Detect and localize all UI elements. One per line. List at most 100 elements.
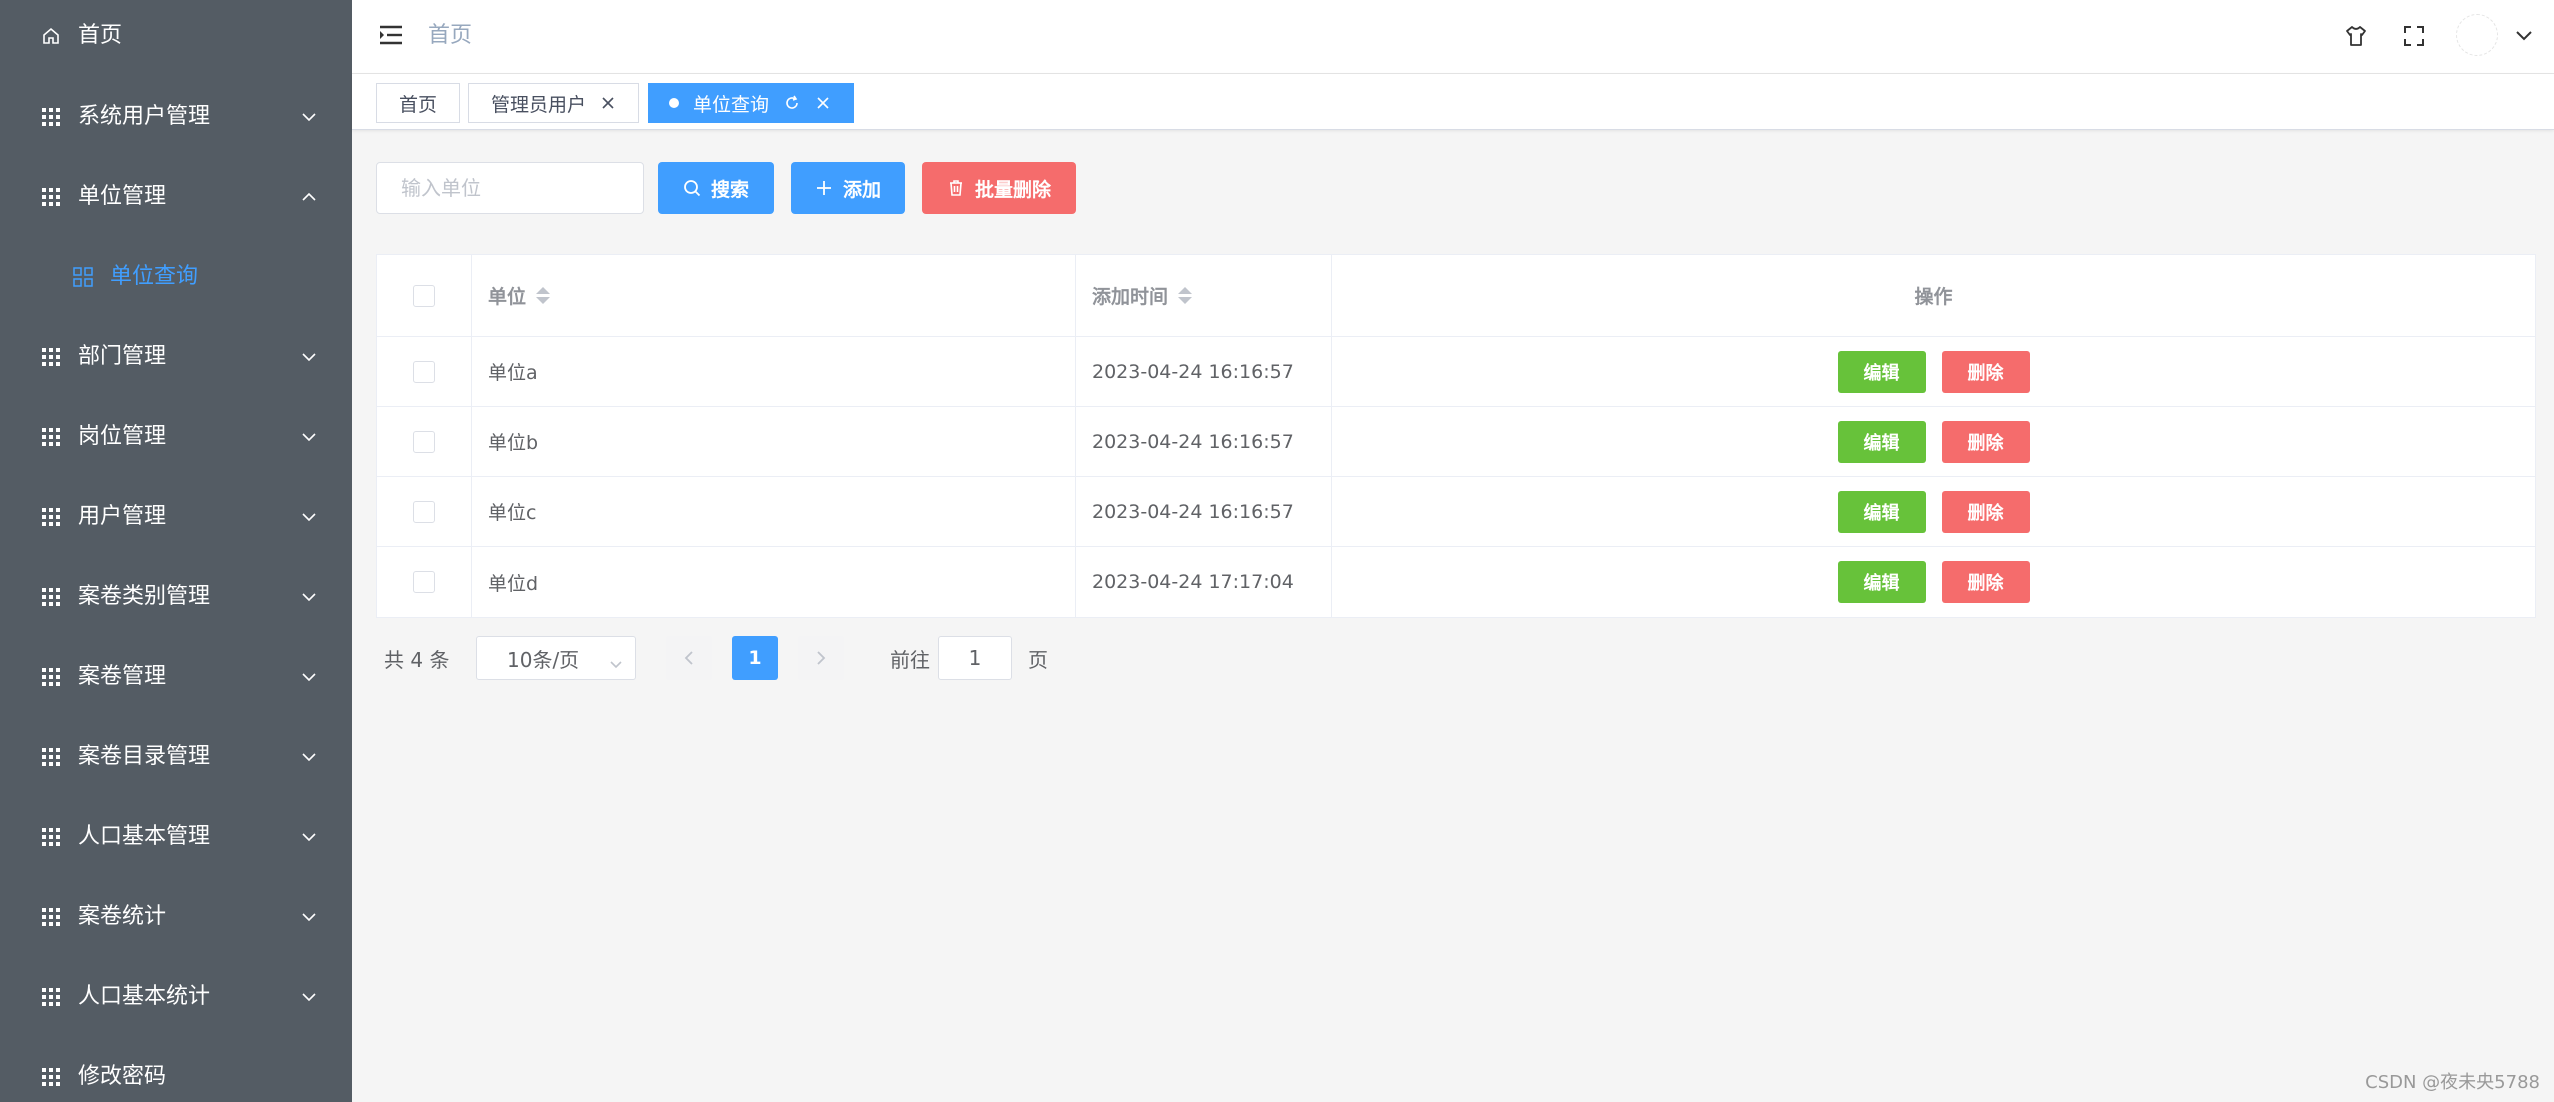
sidebar-subitem-label: 单位查询 — [110, 264, 199, 289]
sidebar-item-position[interactable]: 岗位管理 — [0, 407, 352, 467]
sidebar-item-label: 用户管理 — [78, 504, 167, 529]
fullscreen-icon[interactable] — [2400, 22, 2428, 50]
time-cell: 2023-04-24 16:16:57 — [1076, 337, 1332, 406]
next-page-button[interactable] — [798, 636, 844, 680]
sidebar-item-label: 人口基本管理 — [78, 824, 211, 849]
column-header-time: 添加时间 — [1092, 286, 1169, 308]
page-size-select[interactable]: 10条/页 — [476, 636, 636, 680]
main-area: 首页 首页 管理员用户 单位查询 输入单位 搜索 添加 批量删除 单位 添加时间… — [352, 0, 2554, 1102]
chevron-down-icon — [298, 346, 320, 368]
sidebar-item-label: 首页 — [78, 23, 123, 48]
row-checkbox[interactable] — [413, 571, 435, 593]
sidebar-item-population[interactable]: 人口基本管理 — [0, 807, 352, 867]
grid-icon — [40, 666, 62, 688]
edit-button[interactable]: 编辑 — [1837, 490, 1926, 533]
grid-icon — [40, 906, 62, 928]
sidebar-item-population-stats[interactable]: 人口基本统计 — [0, 967, 352, 1027]
unit-search-input[interactable] — [376, 162, 644, 214]
delete-button[interactable]: 删除 — [1941, 420, 2030, 463]
batch-delete-button[interactable]: 批量删除 — [922, 162, 1076, 214]
header-time-cell[interactable]: 添加时间 — [1076, 255, 1332, 336]
goto-label: 前往 — [890, 648, 930, 672]
grid-icon — [40, 746, 62, 768]
sidebar-item-file-stats[interactable]: 案卷统计 — [0, 887, 352, 947]
checkbox-cell — [377, 337, 472, 406]
delete-button[interactable]: 删除 — [1941, 490, 2030, 533]
column-header-unit: 单位 — [488, 286, 527, 308]
unit-cell: 单位c — [472, 477, 1076, 546]
sidebar-subitem-unit-query[interactable]: 单位查询 — [0, 247, 352, 307]
tag-home[interactable]: 首页 — [376, 83, 461, 123]
add-button[interactable]: 添加 — [791, 162, 905, 214]
sidebar-item-label: 系统用户管理 — [78, 104, 211, 129]
search-button-label: 搜索 — [710, 178, 749, 201]
chevron-down-icon[interactable] — [2510, 22, 2538, 50]
unit-cell: 单位d — [472, 547, 1076, 617]
row-checkbox[interactable] — [413, 360, 435, 383]
sidebar-item-label: 案卷统计 — [78, 904, 167, 929]
ops-cell: 编辑 删除 — [1332, 547, 2535, 617]
tag-unit-query[interactable]: 单位查询 — [648, 83, 855, 123]
edit-button[interactable]: 编辑 — [1837, 420, 1926, 463]
sidebar-item-department[interactable]: 部门管理 — [0, 327, 352, 387]
row-checkbox[interactable] — [413, 500, 435, 523]
tag-admin-users[interactable]: 管理员用户 — [468, 83, 640, 123]
unit-cell: 单位a — [472, 337, 1076, 406]
sidebar-item-files[interactable]: 案卷管理 — [0, 647, 352, 707]
select-all-checkbox[interactable] — [413, 284, 435, 307]
checkbox-cell — [377, 547, 472, 617]
row-checkbox[interactable] — [413, 430, 435, 453]
sidebar-item-unit-management[interactable]: 单位管理 — [0, 167, 352, 227]
prev-page-button[interactable] — [666, 636, 712, 680]
delete-button[interactable]: 删除 — [1941, 561, 2030, 603]
pagination: 共 4 条 10条/页 1 前往 页 — [376, 636, 1176, 680]
page-number-active[interactable]: 1 — [732, 636, 778, 680]
refresh-icon[interactable] — [783, 94, 801, 112]
sort-icon[interactable] — [536, 287, 551, 304]
grid-icon — [40, 506, 62, 528]
chevron-right-icon — [817, 651, 826, 665]
chevron-down-icon — [298, 746, 320, 768]
pagination-total: 共 4 条 — [384, 648, 450, 672]
sidebar-item-label: 修改密码 — [78, 1064, 167, 1089]
close-icon[interactable] — [600, 95, 616, 111]
checkbox-cell — [377, 407, 472, 476]
chevron-down-icon — [298, 826, 320, 848]
tag-label: 首页 — [399, 93, 438, 116]
goto-page-input[interactable] — [938, 636, 1012, 680]
header-unit-cell[interactable]: 单位 — [472, 255, 1076, 336]
theme-shirt-icon[interactable] — [2342, 22, 2370, 50]
sort-icon[interactable] — [1178, 287, 1193, 304]
search-button[interactable]: 搜索 — [658, 162, 774, 214]
avatar[interactable] — [2456, 14, 2498, 56]
chevron-down-icon — [298, 506, 320, 528]
edit-button[interactable]: 编辑 — [1837, 561, 1926, 603]
grid-icon — [40, 426, 62, 448]
chevron-left-icon — [684, 651, 693, 665]
header-ops-cell: 操作 — [1332, 255, 2535, 336]
hamburger-icon[interactable] — [378, 22, 406, 50]
sidebar-item-file-category[interactable]: 案卷类别管理 — [0, 567, 352, 627]
chevron-down-icon — [298, 106, 320, 128]
plus-icon — [815, 179, 833, 197]
ops-cell: 编辑 删除 — [1332, 337, 2535, 406]
sidebar-item-label: 人口基本统计 — [78, 984, 211, 1009]
column-header-ops: 操作 — [1914, 286, 1953, 308]
sidebar-item-users[interactable]: 用户管理 — [0, 487, 352, 547]
sidebar-item-system-users[interactable]: 系统用户管理 — [0, 87, 352, 147]
sidebar-item-file-directory[interactable]: 案卷目录管理 — [0, 727, 352, 787]
sidebar-item-label: 部门管理 — [78, 344, 167, 369]
edit-button[interactable]: 编辑 — [1837, 350, 1926, 393]
header-checkbox-cell — [377, 255, 472, 336]
chevron-down-icon — [298, 586, 320, 608]
sidebar-item-change-password[interactable]: 修改密码 — [0, 1047, 352, 1102]
chevron-down-icon — [298, 666, 320, 688]
delete-button[interactable]: 删除 — [1941, 350, 2030, 393]
chevron-down-icon — [298, 986, 320, 1008]
close-icon[interactable] — [815, 95, 831, 111]
tags-view: 首页 管理员用户 单位查询 — [352, 74, 2554, 130]
search-icon — [683, 179, 701, 197]
page-suffix-label: 页 — [1028, 648, 1048, 672]
sidebar-item-home[interactable]: 首页 — [0, 6, 352, 66]
sidebar-item-label: 岗位管理 — [78, 424, 167, 449]
